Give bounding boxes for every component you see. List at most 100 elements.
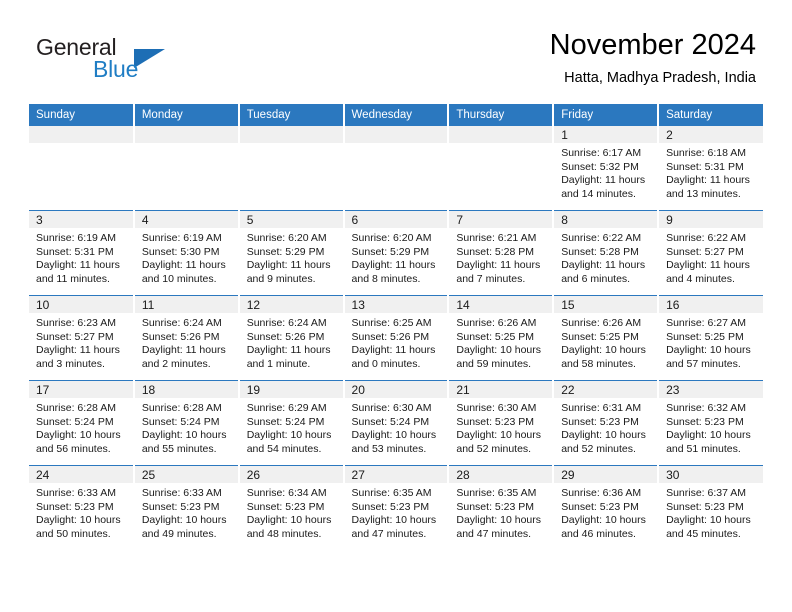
daylight-text-line1: Daylight: 11 hours — [351, 259, 436, 272]
day-cell[interactable]: 28 Sunrise: 6:35 AM Sunset: 5:23 PM Dayl… — [448, 465, 555, 550]
daylight-text-line2: and 10 minutes. — [141, 272, 217, 285]
day-number: 7 — [449, 211, 553, 228]
sunrise-text: Sunrise: 6:20 AM — [351, 232, 432, 244]
day-cell[interactable]: 6 Sunrise: 6:20 AM Sunset: 5:29 PM Dayli… — [343, 210, 450, 296]
day-number: 26 — [239, 466, 343, 483]
day-cell[interactable]: 12 Sunrise: 6:24 AM Sunset: 5:26 PM Dayl… — [238, 295, 345, 381]
day-cell[interactable]: 5 Sunrise: 6:20 AM Sunset: 5:29 PM Dayli… — [238, 210, 345, 296]
sunrise-text: Sunrise: 6:28 AM — [36, 402, 116, 414]
daylight-text-line1: Daylight: 10 hours — [351, 514, 437, 527]
day-details: Sunrise: 6:37 AM Sunset: 5:23 PM Dayligh… — [659, 483, 763, 541]
day-cell[interactable]: 19 Sunrise: 6:29 AM Sunset: 5:24 PM Dayl… — [238, 380, 345, 466]
sunset-text: Sunset: 5:24 PM — [351, 415, 430, 428]
day-details: Sunrise: 6:24 AM Sunset: 5:26 PM Dayligh… — [135, 313, 238, 371]
sunrise-text: Sunrise: 6:33 AM — [141, 487, 222, 499]
daylight-text-line1: Daylight: 10 hours — [246, 429, 332, 442]
day-cell[interactable]: 3 Sunrise: 6:19 AM Sunset: 5:31 PM Dayli… — [29, 210, 135, 296]
day-number: 30 — [659, 466, 763, 483]
day-number — [29, 126, 133, 143]
day-number: 4 — [134, 211, 238, 228]
day-cell[interactable]: 14 Sunrise: 6:26 AM Sunset: 5:25 PM Dayl… — [448, 295, 555, 381]
day-number: 18 — [134, 381, 238, 398]
weekday-header-friday: Friday — [553, 104, 660, 126]
day-details: Sunrise: 6:19 AM Sunset: 5:30 PM Dayligh… — [135, 228, 238, 286]
sunrise-text: Sunrise: 6:25 AM — [351, 317, 432, 329]
day-cell-empty — [238, 126, 345, 211]
daylight-text-line2: and 46 minutes. — [561, 527, 636, 540]
daylight-text-line1: Daylight: 10 hours — [456, 514, 542, 527]
day-cell[interactable]: 11 Sunrise: 6:24 AM Sunset: 5:26 PM Dayl… — [133, 295, 240, 381]
day-cell[interactable]: 1 Sunrise: 6:17 AM Sunset: 5:32 PM Dayli… — [553, 126, 660, 211]
day-number: 20 — [344, 381, 448, 398]
day-cell[interactable]: 23 Sunrise: 6:32 AM Sunset: 5:23 PM Dayl… — [658, 380, 763, 466]
day-cell[interactable]: 27 Sunrise: 6:35 AM Sunset: 5:23 PM Dayl… — [343, 465, 450, 550]
daylight-text-line2: and 51 minutes. — [666, 442, 741, 455]
sunset-text: Sunset: 5:25 PM — [666, 330, 744, 343]
sunrise-text: Sunrise: 6:27 AM — [666, 317, 747, 329]
daylight-text-line2: and 4 minutes. — [666, 272, 735, 285]
sunrise-text: Sunrise: 6:30 AM — [351, 402, 432, 414]
location-subtitle: Hatta, Madhya Pradesh, India — [564, 70, 756, 86]
day-cell[interactable]: 22 Sunrise: 6:31 AM Sunset: 5:23 PM Dayl… — [553, 380, 660, 466]
day-cell[interactable]: 29 Sunrise: 6:36 AM Sunset: 5:23 PM Dayl… — [553, 465, 660, 550]
day-cell-empty — [29, 126, 135, 211]
sunrise-text: Sunrise: 6:31 AM — [561, 402, 642, 414]
day-number: 5 — [239, 211, 343, 228]
day-cell[interactable]: 25 Sunrise: 6:33 AM Sunset: 5:23 PM Dayl… — [133, 465, 240, 550]
sunrise-text: Sunrise: 6:37 AM — [666, 487, 747, 499]
day-cell[interactable]: 8 Sunrise: 6:22 AM Sunset: 5:28 PM Dayli… — [553, 210, 660, 296]
day-cell[interactable]: 4 Sunrise: 6:19 AM Sunset: 5:30 PM Dayli… — [133, 210, 240, 296]
daylight-text-line2: and 48 minutes. — [246, 527, 322, 540]
sunrise-text: Sunrise: 6:26 AM — [561, 317, 642, 329]
calendar-body: 1 Sunrise: 6:17 AM Sunset: 5:32 PM Dayli… — [29, 126, 763, 550]
daylight-text-line2: and 2 minutes. — [141, 357, 211, 370]
daylight-text-line1: Daylight: 11 hours — [456, 259, 541, 272]
day-cell[interactable]: 24 Sunrise: 6:33 AM Sunset: 5:23 PM Dayl… — [29, 465, 135, 550]
daylight-text-line2: and 57 minutes. — [666, 357, 741, 370]
sunset-text: Sunset: 5:29 PM — [351, 245, 430, 258]
sunrise-sunset-calendar-table: Sunday Monday Tuesday Wednesday Thursday… — [29, 104, 763, 550]
day-cell-empty — [343, 126, 450, 211]
day-number: 13 — [344, 296, 448, 313]
day-cell[interactable]: 7 Sunrise: 6:21 AM Sunset: 5:28 PM Dayli… — [448, 210, 555, 296]
day-cell[interactable]: 2 Sunrise: 6:18 AM Sunset: 5:31 PM Dayli… — [658, 126, 763, 211]
day-cell[interactable]: 17 Sunrise: 6:28 AM Sunset: 5:24 PM Dayl… — [29, 380, 135, 466]
daylight-text-line2: and 58 minutes. — [561, 357, 636, 370]
day-number: 22 — [554, 381, 658, 398]
day-number: 25 — [134, 466, 238, 483]
day-number — [134, 126, 238, 143]
daylight-text-line2: and 0 minutes. — [351, 357, 421, 370]
day-details: Sunrise: 6:21 AM Sunset: 5:28 PM Dayligh… — [449, 228, 552, 286]
day-cell[interactable]: 16 Sunrise: 6:27 AM Sunset: 5:25 PM Dayl… — [658, 295, 763, 381]
daylight-text-line2: and 11 minutes. — [36, 272, 110, 285]
weekday-header-row: Sunday Monday Tuesday Wednesday Thursday… — [29, 104, 763, 126]
daylight-text-line2: and 55 minutes. — [141, 442, 217, 455]
sunrise-text: Sunrise: 6:35 AM — [456, 487, 537, 499]
day-cell[interactable]: 30 Sunrise: 6:37 AM Sunset: 5:23 PM Dayl… — [658, 465, 763, 550]
day-cell[interactable]: 9 Sunrise: 6:22 AM Sunset: 5:27 PM Dayli… — [658, 210, 763, 296]
day-cell[interactable]: 26 Sunrise: 6:34 AM Sunset: 5:23 PM Dayl… — [238, 465, 345, 550]
daylight-text-line1: Daylight: 10 hours — [456, 344, 542, 357]
sunset-text: Sunset: 5:28 PM — [456, 245, 535, 258]
day-number — [449, 126, 553, 143]
sunset-text: Sunset: 5:24 PM — [246, 415, 325, 428]
daylight-text-line2: and 3 minutes. — [36, 357, 105, 370]
sunset-text: Sunset: 5:27 PM — [666, 245, 744, 258]
sunset-text: Sunset: 5:26 PM — [351, 330, 430, 343]
generalblue-logo[interactable]: General Blue — [36, 34, 256, 90]
day-cell[interactable]: 20 Sunrise: 6:30 AM Sunset: 5:24 PM Dayl… — [343, 380, 450, 466]
day-cell[interactable]: 15 Sunrise: 6:26 AM Sunset: 5:25 PM Dayl… — [553, 295, 660, 381]
day-details: Sunrise: 6:30 AM Sunset: 5:24 PM Dayligh… — [345, 398, 448, 456]
day-number: 3 — [29, 211, 133, 228]
day-cell[interactable]: 21 Sunrise: 6:30 AM Sunset: 5:23 PM Dayl… — [448, 380, 555, 466]
sunrise-text: Sunrise: 6:20 AM — [246, 232, 327, 244]
day-details: Sunrise: 6:32 AM Sunset: 5:23 PM Dayligh… — [659, 398, 763, 456]
day-details: Sunrise: 6:35 AM Sunset: 5:23 PM Dayligh… — [345, 483, 448, 541]
day-number: 23 — [659, 381, 763, 398]
sunset-text: Sunset: 5:31 PM — [36, 245, 114, 258]
day-cell[interactable]: 13 Sunrise: 6:25 AM Sunset: 5:26 PM Dayl… — [343, 295, 450, 381]
sunset-text: Sunset: 5:23 PM — [456, 500, 535, 513]
day-cell[interactable]: 10 Sunrise: 6:23 AM Sunset: 5:27 PM Dayl… — [29, 295, 135, 381]
day-cell[interactable]: 18 Sunrise: 6:28 AM Sunset: 5:24 PM Dayl… — [133, 380, 240, 466]
sunset-text: Sunset: 5:29 PM — [246, 245, 325, 258]
